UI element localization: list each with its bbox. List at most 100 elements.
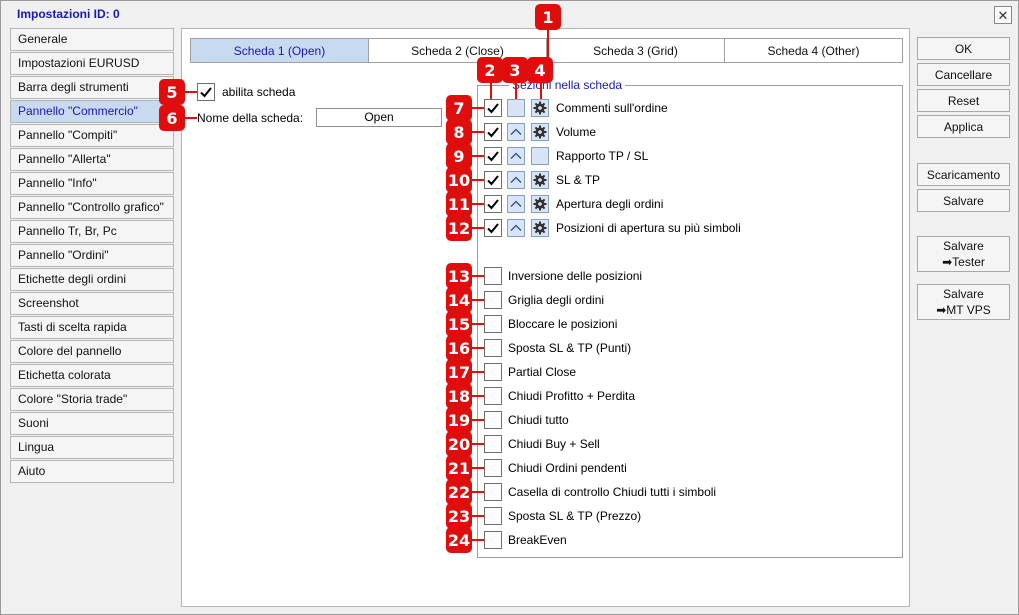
section-label: Sposta SL & TP (Prezzo) (508, 509, 642, 523)
section-checkbox[interactable] (484, 195, 502, 213)
annotation-connector (472, 539, 484, 541)
sidebar-item[interactable]: Screenshot (10, 292, 174, 315)
save-vps-button[interactable]: Salvare ➡MT VPS (917, 284, 1010, 320)
section-label: Partial Close (508, 365, 577, 379)
sidebar-item[interactable]: Suoni (10, 412, 174, 435)
section-label: Commenti sull'ordine (556, 101, 668, 115)
section-checkbox[interactable] (484, 363, 502, 381)
sidebar-item[interactable]: Generale (10, 28, 174, 51)
annotation-badge: 21 (446, 455, 472, 481)
section-checkbox[interactable] (484, 531, 502, 549)
annotation-connector (472, 107, 484, 109)
download-button[interactable]: Scaricamento (917, 163, 1010, 186)
save-vps-line2: ➡MT VPS (936, 303, 991, 317)
tab-name-input[interactable]: Open (316, 108, 442, 127)
move-up-button[interactable] (507, 147, 525, 165)
annotation-badge: 5 (159, 79, 185, 105)
section-settings-button[interactable] (531, 171, 549, 189)
section-label: Casella di controllo Chiudi tutti i simb… (508, 485, 717, 499)
section-checkbox[interactable] (484, 435, 502, 453)
sidebar-item[interactable]: Pannello "Compiti" (10, 124, 174, 147)
sidebar-item[interactable]: Tasti di scelta rapida (10, 316, 174, 339)
section-checkbox[interactable] (484, 411, 502, 429)
save-tester-button[interactable]: Salvare ➡Tester (917, 236, 1010, 272)
section-checkbox[interactable] (484, 459, 502, 477)
annotation-badge: 12 (446, 215, 472, 241)
section-label: Volume (556, 125, 597, 139)
sidebar-item[interactable]: Colore del pannello (10, 340, 174, 363)
sidebar-item[interactable]: Pannello Tr, Br, Pc (10, 220, 174, 243)
sidebar-item[interactable]: Aiuto (10, 460, 174, 483)
chevron-up-icon (510, 200, 522, 207)
section-label: Griglia degli ordini (508, 293, 605, 307)
section-checkbox[interactable] (484, 291, 502, 309)
section-label: SL & TP (556, 173, 601, 187)
tab-1[interactable]: Scheda 1 (Open) (191, 39, 369, 62)
annotation-connector (472, 275, 484, 277)
check-icon (200, 87, 212, 98)
section-checkbox[interactable] (484, 171, 502, 189)
sidebar-item[interactable]: Impostazioni EURUSD (10, 52, 174, 75)
annotation-connector (515, 81, 517, 99)
section-settings-button[interactable] (531, 147, 549, 165)
section-settings-button[interactable] (531, 219, 549, 237)
annotation-connector (472, 395, 484, 397)
sidebar-item[interactable]: Lingua (10, 436, 174, 459)
section-checkbox[interactable] (484, 315, 502, 333)
sidebar-item[interactable]: Pannello "Info" (10, 172, 174, 195)
annotation-badge: 7 (446, 95, 472, 121)
move-up-button[interactable] (507, 99, 525, 117)
section-checkbox[interactable] (484, 99, 502, 117)
move-up-button[interactable] (507, 171, 525, 189)
sidebar-item[interactable]: Colore "Storia trade" (10, 388, 174, 411)
section-checkbox[interactable] (484, 123, 502, 141)
section-settings-button[interactable] (531, 123, 549, 141)
annotation-badge: 19 (446, 407, 472, 433)
section-settings-button[interactable] (531, 195, 549, 213)
section-checkbox[interactable] (484, 507, 502, 525)
annotation-connector (472, 227, 484, 229)
enable-tab-checkbox[interactable] (197, 83, 215, 101)
section-label: Chiudi Ordini pendenti (508, 461, 627, 475)
sidebar-item[interactable]: Pannello "Controllo grafico" (10, 196, 174, 219)
section-checkbox[interactable] (484, 267, 502, 285)
reset-button[interactable]: Reset (917, 89, 1010, 112)
sidebar-item[interactable]: Pannello "Commercio" (10, 100, 174, 123)
annotation-badge: 8 (446, 119, 472, 145)
tab-4[interactable]: Scheda 4 (Other) (725, 39, 902, 62)
cancel-button[interactable]: Cancellare (917, 63, 1010, 86)
sidebar-item[interactable]: Etichetta colorata (10, 364, 174, 387)
save-vps-line1: Salvare (943, 287, 984, 301)
annotation-badge: 20 (446, 431, 472, 457)
move-up-button[interactable] (507, 195, 525, 213)
section-settings-button[interactable] (531, 99, 549, 117)
enable-tab-label: abilita scheda (222, 85, 296, 99)
annotation-badge: 3 (502, 57, 528, 83)
close-button[interactable]: ✕ (994, 6, 1012, 24)
tab-3[interactable]: Scheda 3 (Grid) (547, 39, 725, 62)
chevron-up-icon (510, 128, 522, 135)
section-checkbox[interactable] (484, 219, 502, 237)
annotation-connector (472, 515, 484, 517)
section-checkbox[interactable] (484, 387, 502, 405)
section-label: Chiudi tutto (508, 413, 569, 427)
annotation-badge: 13 (446, 263, 472, 289)
section-checkbox[interactable] (484, 147, 502, 165)
annotation-connector (472, 203, 484, 205)
check-icon (487, 127, 499, 138)
window-title: Impostazioni ID: 0 (17, 7, 120, 21)
sidebar-item[interactable]: Pannello "Allerta" (10, 148, 174, 171)
move-up-button[interactable] (507, 219, 525, 237)
sidebar-item[interactable]: Pannello "Ordini" (10, 244, 174, 267)
move-up-button[interactable] (507, 123, 525, 141)
section-checkbox[interactable] (484, 483, 502, 501)
gear-icon (533, 173, 547, 187)
apply-button[interactable]: Applica (917, 115, 1010, 138)
ok-button[interactable]: OK (917, 37, 1010, 60)
annotation-badge: 4 (527, 57, 553, 83)
section-label: Apertura degli ordini (556, 197, 664, 211)
sidebar-item[interactable]: Etichette degli ordini (10, 268, 174, 291)
sidebar-item[interactable]: Barra degli strumenti (10, 76, 174, 99)
section-checkbox[interactable] (484, 339, 502, 357)
save-button[interactable]: Salvare (917, 189, 1010, 212)
